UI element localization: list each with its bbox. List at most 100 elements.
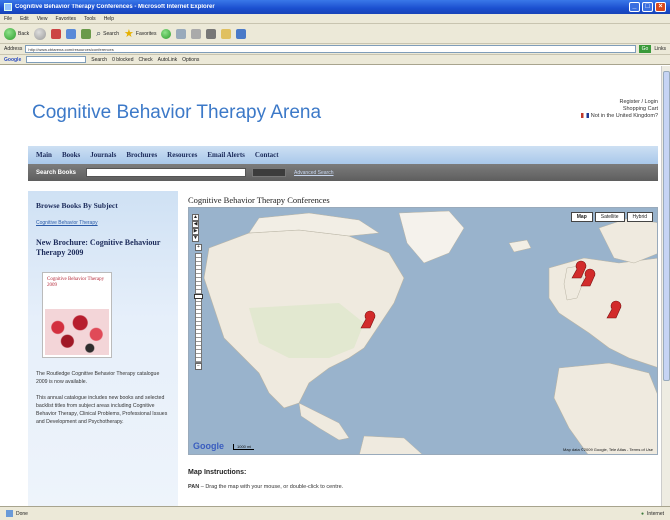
- mail-icon[interactable]: [191, 28, 202, 39]
- nav-journals[interactable]: Journals: [90, 151, 116, 159]
- map-canvas: [203, 210, 657, 454]
- map-type-control: Map Satellite Hybrid: [570, 212, 653, 222]
- forward-button[interactable]: [34, 27, 47, 40]
- history-icon[interactable]: [176, 28, 187, 39]
- popup-blocker[interactable]: 0 blocked: [112, 57, 133, 63]
- pan-right-button[interactable]: ▶: [192, 228, 199, 235]
- menu-favorites[interactable]: Favorites: [55, 16, 76, 22]
- nav-contact[interactable]: Contact: [255, 151, 279, 159]
- zoom-out-button[interactable]: −: [195, 363, 202, 370]
- google-search-input[interactable]: [26, 56, 87, 63]
- conference-map[interactable]: ▲ ◀ ▶ ▼ + − Map Satellite Hybrid Google …: [188, 207, 658, 455]
- brochure-cover-image[interactable]: Cognitive Behavior Therapy 2009: [42, 272, 112, 358]
- go-button[interactable]: Go: [638, 45, 652, 53]
- nav-resources[interactable]: Resources: [167, 151, 197, 159]
- africa-landmass: [553, 362, 657, 454]
- pan-left-button[interactable]: ◀: [192, 221, 199, 228]
- zoom-slider[interactable]: [194, 253, 203, 363]
- scrollbar-thumb[interactable]: [663, 71, 670, 381]
- menu-bar: File Edit View Favorites Tools Help: [0, 14, 670, 24]
- autolink-button[interactable]: AutoLink: [158, 57, 177, 63]
- folder-icon[interactable]: [221, 28, 232, 39]
- media-icon[interactable]: [161, 28, 172, 39]
- search-books-button[interactable]: [252, 168, 287, 177]
- site-header: Cognitive Behavior Therapy Arena Registe…: [28, 66, 658, 138]
- zoom-slider-thumb[interactable]: [194, 294, 203, 299]
- page-viewport: Cognitive Behavior Therapy Arena Registe…: [0, 66, 670, 506]
- nav-brochures[interactable]: Brochures: [126, 151, 157, 159]
- nav-email-alerts[interactable]: Email Alerts: [207, 151, 245, 159]
- pan-down-button[interactable]: ▼: [192, 235, 199, 242]
- home-icon[interactable]: [81, 28, 92, 39]
- search-label: Search: [103, 30, 120, 37]
- map-instructions-pan: PAN – Drag the map with your mouse, or d…: [188, 484, 658, 490]
- address-row: Address http://www.cbtarena.com/resource…: [0, 44, 670, 55]
- google-logo[interactable]: Google: [193, 441, 224, 451]
- status-text: Done: [16, 510, 28, 517]
- refresh-icon[interactable]: [66, 28, 77, 39]
- pan-text: – Drag the map with your mouse, or doubl…: [199, 484, 344, 490]
- search-icon: ⌕: [96, 28, 102, 38]
- zoom-in-button[interactable]: +: [195, 244, 202, 251]
- spellcheck-button[interactable]: Check: [138, 57, 152, 63]
- vertical-scrollbar[interactable]: [661, 66, 670, 506]
- status-bar: Done ● Internet: [0, 506, 670, 520]
- map-type-hybrid[interactable]: Hybrid: [626, 212, 653, 222]
- site-title[interactable]: Cognitive Behavior Therapy Arena: [32, 102, 321, 124]
- menu-edit[interactable]: Edit: [20, 16, 29, 22]
- map-type-map[interactable]: Map: [570, 212, 593, 222]
- back-button[interactable]: Back: [4, 27, 30, 40]
- menu-view[interactable]: View: [37, 16, 48, 22]
- close-button[interactable]: ×: [655, 2, 666, 12]
- toolbar: Back ⌕ Search ★ Favorites: [0, 24, 670, 44]
- nav-books[interactable]: Books: [62, 151, 80, 159]
- brochure-paragraph-1: The Routledge Cognitive Behavior Therapy…: [36, 371, 160, 385]
- menu-file[interactable]: File: [4, 16, 12, 22]
- browser-window: Cognitive Behavior Therapy Conferences -…: [0, 0, 670, 520]
- browse-subject-link[interactable]: Cognitive Behavior Therapy: [36, 220, 170, 226]
- menu-help[interactable]: Help: [104, 16, 114, 22]
- minimize-button[interactable]: _: [629, 2, 640, 12]
- address-label: Address: [4, 46, 23, 52]
- pan-up-button[interactable]: ▲: [192, 214, 199, 221]
- pan-down-row: ▼: [192, 235, 206, 242]
- region-link[interactable]: Not in the United Kingdom?: [580, 113, 658, 120]
- south-america-landmass: [359, 435, 423, 454]
- shopping-cart-link[interactable]: Shopping Cart: [581, 106, 658, 113]
- ie-icon: [4, 3, 12, 11]
- stop-icon[interactable]: [51, 28, 62, 39]
- pan-control: ▲: [192, 214, 206, 221]
- region-text: Not in the United Kingdom?: [590, 113, 658, 119]
- messenger-icon[interactable]: [236, 28, 247, 39]
- advanced-search-link[interactable]: Advanced Search: [294, 170, 333, 176]
- status-icon: [6, 510, 13, 517]
- search-books-input[interactable]: [86, 168, 247, 177]
- register-login-link[interactable]: Register / Login: [581, 99, 658, 106]
- links-label[interactable]: Links: [654, 46, 666, 52]
- back-label: Back: [18, 30, 30, 37]
- favorites-button[interactable]: ★ Favorites: [124, 27, 157, 40]
- pan-row: ◀ ▶: [192, 221, 206, 235]
- iceland-landmass: [508, 239, 532, 253]
- browse-heading: Browse Books By Subject: [36, 201, 118, 210]
- options-button[interactable]: Options: [182, 57, 199, 63]
- search-button[interactable]: ⌕ Search: [96, 28, 119, 39]
- print-icon[interactable]: [206, 28, 217, 39]
- favorites-label: Favorites: [135, 30, 157, 37]
- brochure-heading[interactable]: New Brochure: Cognitive Behaviour Therap…: [36, 238, 170, 258]
- internet-zone-icon: ●: [641, 510, 645, 517]
- google-toolbar-logo: Google: [4, 56, 22, 63]
- nav-main[interactable]: Main: [36, 151, 52, 159]
- address-input[interactable]: http://www.cbtarena.com/resources/confer…: [25, 45, 636, 53]
- map-title: Cognitive Behavior Therapy Conferences: [188, 195, 330, 205]
- favorites-star-icon: ★: [124, 27, 134, 40]
- map-type-satellite[interactable]: Satellite: [594, 212, 625, 222]
- menu-tools[interactable]: Tools: [84, 16, 96, 22]
- pan-label: PAN: [188, 484, 200, 490]
- map-zoom-control: ▲ ◀ ▶ ▼ + −: [192, 214, 206, 370]
- map-instructions-heading: Map Instructions:: [188, 469, 247, 476]
- search-books-label: Search Books: [36, 169, 77, 176]
- google-toolbar: Google Search 0 blocked Check AutoLink O…: [0, 55, 670, 65]
- google-search-button[interactable]: Search: [91, 57, 107, 63]
- maximize-button[interactable]: □: [642, 2, 653, 12]
